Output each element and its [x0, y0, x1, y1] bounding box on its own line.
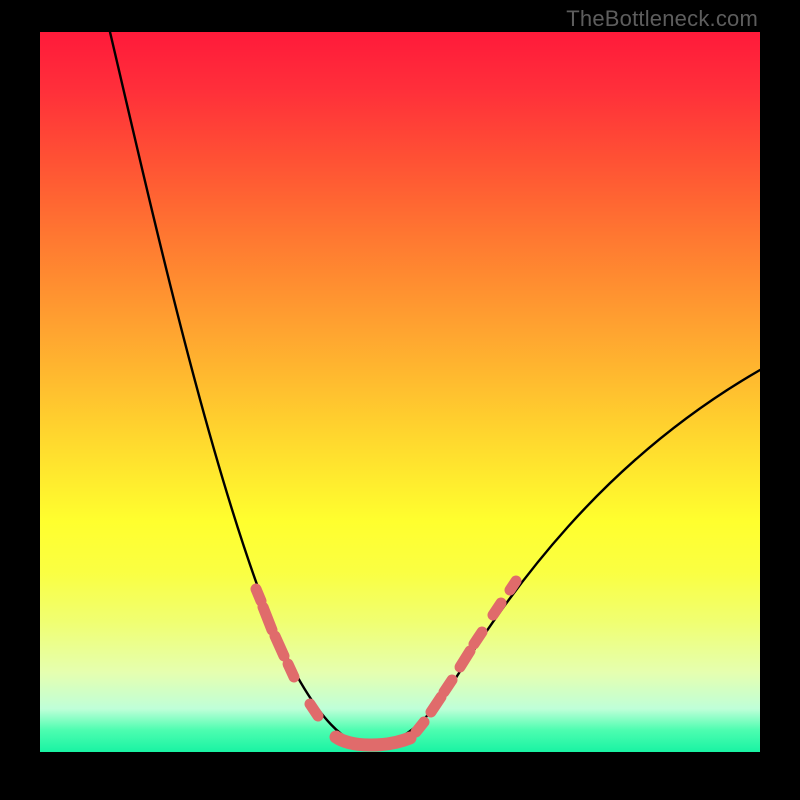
right-segment-6	[493, 603, 501, 615]
right-segment-4	[460, 651, 470, 667]
left-segment-1	[256, 589, 261, 601]
left-segment-3	[275, 636, 284, 656]
curve-layer	[110, 32, 760, 746]
marker-layer	[256, 581, 516, 745]
plot-area	[40, 32, 760, 752]
right-segment-5	[474, 632, 482, 644]
right-segment-1	[416, 722, 424, 732]
right-segment-7	[510, 581, 516, 590]
left-segment-5	[310, 704, 318, 716]
bottom-segment	[336, 737, 410, 745]
left-segment-4	[288, 664, 294, 677]
watermark-text: TheBottleneck.com	[566, 6, 758, 32]
left-segment-2	[263, 607, 272, 630]
chart-container: TheBottleneck.com	[0, 0, 800, 800]
right-segment-3	[444, 680, 452, 692]
right-segment-2	[431, 697, 441, 712]
curve-svg	[40, 32, 760, 752]
bottleneck-curve	[110, 32, 760, 746]
